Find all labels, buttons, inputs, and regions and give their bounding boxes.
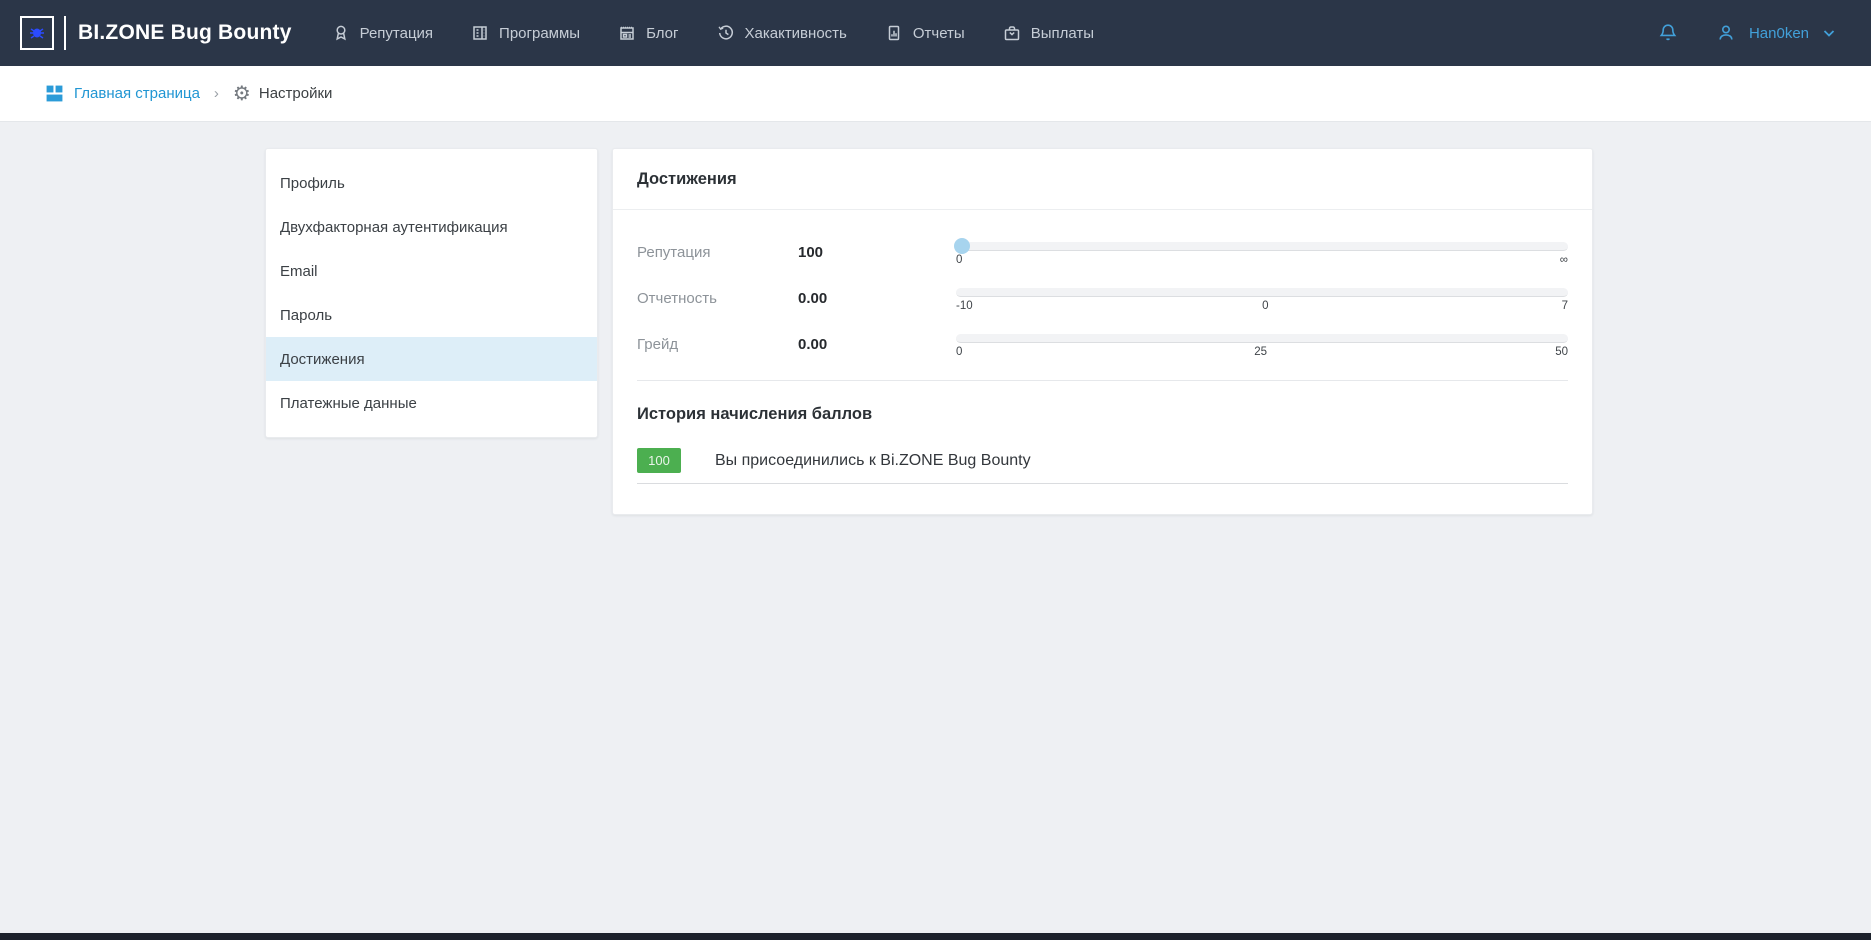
nav-item-reports[interactable]: Отчеты — [885, 24, 965, 42]
nav-item-blog[interactable]: Блог — [618, 24, 678, 42]
reputation-slider: 0 ∞ — [956, 242, 1568, 266]
points-history-title: История начисления баллов — [637, 405, 1568, 424]
breadcrumb: Главная страница › ⚙ Настройки — [0, 66, 1871, 122]
menu-item-email[interactable]: Email — [266, 249, 597, 293]
metric-label: Отчетность — [637, 288, 798, 307]
history-icon — [717, 24, 735, 42]
points-badge: 100 — [637, 448, 681, 473]
nav-item-label: Программы — [499, 25, 580, 42]
reporting-slider: -10 0 7 — [956, 288, 1568, 312]
briefcase-icon — [1003, 24, 1021, 42]
scale-label-min: 0 — [956, 254, 966, 266]
bug-icon — [29, 26, 45, 40]
nav-item-label: Выплаты — [1031, 25, 1094, 42]
metric-row-reporting: Отчетность 0.00 -10 0 7 — [637, 288, 1568, 312]
scale-label-mid: 0 — [1260, 300, 1270, 312]
slider-track — [956, 288, 1568, 297]
nav-item-label: Отчеты — [913, 25, 965, 42]
breadcrumb-home[interactable]: Главная страница — [45, 84, 200, 103]
breadcrumb-current: Настройки — [259, 85, 333, 102]
report-icon — [885, 24, 903, 42]
metric-value: 100 — [798, 242, 956, 261]
nav-item-label: Репутация — [360, 25, 433, 42]
grade-slider: 0 25 50 — [956, 334, 1568, 358]
slider-scale: 0 25 50 — [956, 346, 1568, 358]
scale-label-mid: 25 — [1254, 346, 1267, 358]
nav-item-reputation[interactable]: Репутация — [332, 24, 433, 42]
nav-item-payouts[interactable]: Выплаты — [1003, 24, 1094, 42]
scale-label-max: 7 — [1558, 300, 1568, 312]
medal-icon — [332, 24, 350, 42]
nav-item-programs[interactable]: Программы — [471, 24, 580, 42]
scale-label-min: -10 — [956, 300, 973, 312]
bell-icon[interactable] — [1657, 22, 1679, 44]
nav-item-label: Блог — [646, 25, 678, 42]
building-icon — [471, 24, 489, 42]
metric-value: 0.00 — [798, 334, 956, 353]
slider-track — [956, 334, 1568, 343]
scale-label-min: 0 — [956, 346, 966, 358]
achievements-title: Достижения — [637, 170, 737, 189]
chevron-down-icon — [1821, 25, 1837, 41]
achievements-header: Достижения — [613, 149, 1592, 210]
nav-item-label: Хакактивность — [745, 25, 847, 42]
metric-label: Грейд — [637, 334, 798, 353]
metric-row-grade: Грейд 0.00 0 25 50 — [637, 334, 1568, 358]
gear-icon: ⚙ — [233, 84, 251, 104]
bizone-logo-icon — [20, 16, 54, 50]
achievements-card: Достижения Репутация 100 0 ∞ Отчетность — [612, 148, 1593, 515]
points-history: История начисления баллов 100 Вы присоед… — [613, 381, 1592, 514]
settings-menu: Профиль Двухфакторная аутентификация Ema… — [265, 148, 598, 438]
user-name: Han0ken — [1749, 25, 1809, 42]
slider-scale: 0 ∞ — [956, 254, 1568, 266]
logo-separator — [64, 16, 66, 50]
menu-item-password[interactable]: Пароль — [266, 293, 597, 337]
menu-item-payment-details[interactable]: Платежные данные — [266, 381, 597, 425]
user-menu[interactable]: Han0ken — [1715, 22, 1837, 44]
brand-title: BI.ZONE Bug Bounty — [78, 21, 292, 45]
menu-item-2fa[interactable]: Двухфакторная аутентификация — [266, 205, 597, 249]
navbar-right: Han0ken — [1657, 22, 1837, 44]
footer-bar — [0, 933, 1871, 940]
newspaper-icon — [618, 24, 636, 42]
slider-track — [956, 242, 1568, 251]
metric-label: Репутация — [637, 242, 798, 261]
nav-item-hackactivity[interactable]: Хакактивность — [717, 24, 847, 42]
main-nav: Репутация Программы Блог Хакактивность — [332, 24, 1094, 42]
slider-scale: -10 0 7 — [956, 300, 1568, 312]
menu-item-profile[interactable]: Профиль — [266, 161, 597, 205]
brand-logo[interactable]: BI.ZONE Bug Bounty — [20, 16, 292, 50]
user-icon — [1715, 22, 1737, 44]
top-navbar: BI.ZONE Bug Bounty Репутация Программы Б… — [0, 0, 1871, 66]
breadcrumb-separator-icon: › — [214, 85, 219, 102]
dashboard-icon — [45, 84, 64, 103]
metric-row-reputation: Репутация 100 0 ∞ — [637, 242, 1568, 266]
history-entry-text: Вы присоединились к Bi.ZONE Bug Bounty — [715, 452, 1031, 470]
breadcrumb-home-link[interactable]: Главная страница — [74, 85, 200, 102]
scale-label-max: ∞ — [1558, 254, 1568, 266]
achievements-body: Репутация 100 0 ∞ Отчетность 0.00 — [613, 210, 1592, 381]
history-entry: 100 Вы присоединились к Bi.ZONE Bug Boun… — [637, 448, 1568, 484]
slider-handle[interactable] — [954, 238, 970, 254]
metric-value: 0.00 — [798, 288, 956, 307]
menu-item-achievements[interactable]: Достижения — [266, 337, 597, 381]
main-content: Профиль Двухфакторная аутентификация Ema… — [0, 122, 1871, 515]
scale-label-max: 50 — [1555, 346, 1568, 358]
